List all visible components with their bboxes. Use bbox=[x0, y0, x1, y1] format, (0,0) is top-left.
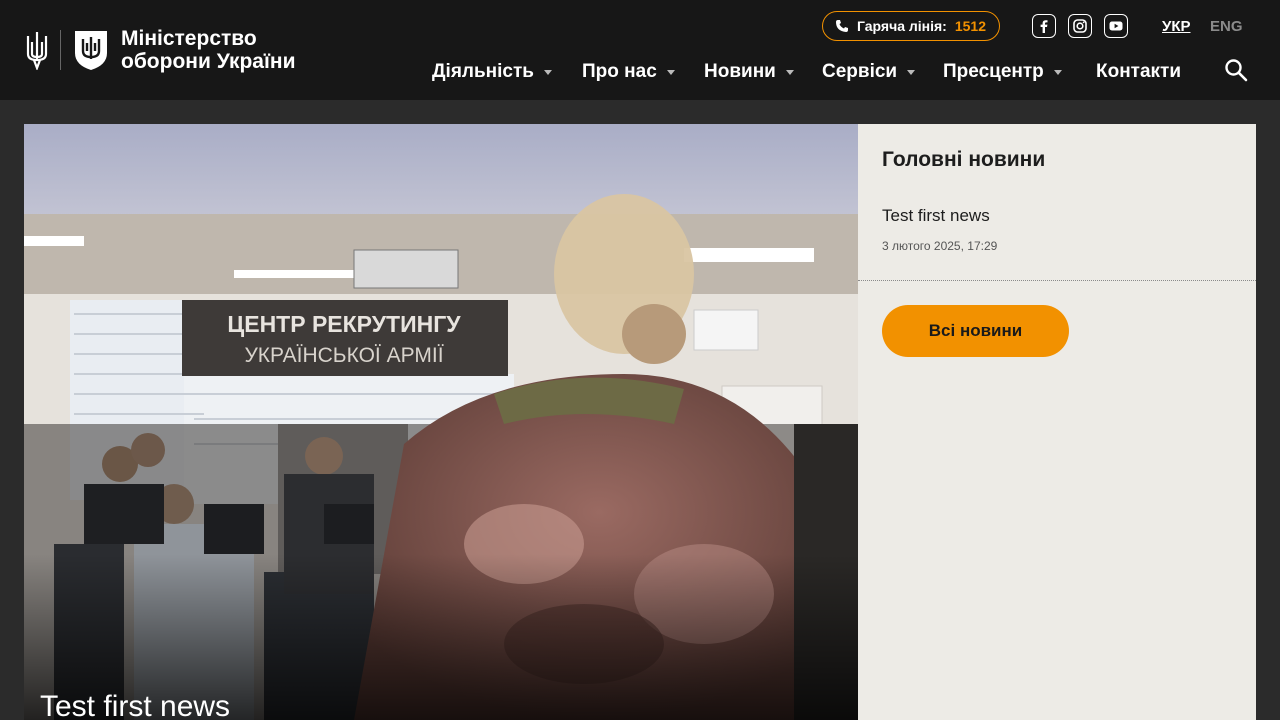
nav-item-label: Діяльність bbox=[432, 61, 534, 82]
nav-item-about[interactable]: Про нас bbox=[582, 60, 675, 84]
logo-line-1: Міністерство bbox=[121, 27, 257, 50]
news-item-title[interactable]: Test first news bbox=[882, 206, 990, 226]
site-header: Міністерство оборони України Гаряча ліні… bbox=[0, 0, 1280, 100]
nav-item-label: Сервіси bbox=[822, 61, 898, 82]
youtube-link[interactable] bbox=[1104, 14, 1128, 38]
logo-text: Міністерство оборони України bbox=[121, 27, 296, 73]
news-photo: ЦЕНТР РЕКРУТИНГУ УКРАЇНСЬКОЇ АРМІЇ bbox=[24, 124, 858, 720]
trident-icon bbox=[26, 32, 48, 70]
hero-news-card[interactable]: ЦЕНТР РЕКРУТИНГУ УКРАЇНСЬКОЇ АРМІЇ Test … bbox=[24, 124, 858, 720]
youtube-icon bbox=[1109, 21, 1123, 31]
nav-item-label: Новини bbox=[704, 61, 776, 82]
instagram-icon bbox=[1073, 19, 1087, 33]
nav-item-label: Про нас bbox=[582, 61, 657, 82]
site-logo[interactable]: Міністерство оборони України bbox=[24, 27, 296, 73]
hotline-button[interactable]: Гаряча лінія: 1512 bbox=[822, 11, 1000, 41]
instagram-link[interactable] bbox=[1068, 14, 1092, 38]
caret-down-icon bbox=[666, 69, 675, 75]
news-item-date: 3 лютого 2025, 17:29 bbox=[882, 239, 998, 253]
sign-line-2: УКРАЇНСЬКОЇ АРМІЇ bbox=[244, 344, 443, 367]
hotline-number: 1512 bbox=[954, 18, 986, 34]
caret-down-icon bbox=[785, 69, 794, 75]
lang-eng-link[interactable]: ENG bbox=[1210, 18, 1243, 35]
news-divider bbox=[858, 280, 1256, 281]
nav-item-contacts[interactable]: Контакти bbox=[1096, 60, 1181, 84]
logo-divider bbox=[60, 30, 61, 70]
caret-down-icon bbox=[907, 69, 916, 75]
nav-item-label: Пресцентр bbox=[943, 61, 1044, 82]
all-news-button[interactable]: Всі новини bbox=[882, 305, 1069, 357]
phone-icon bbox=[836, 20, 848, 32]
facebook-link[interactable] bbox=[1032, 14, 1056, 38]
ministry-shield-icon bbox=[75, 31, 107, 70]
facebook-icon bbox=[1040, 20, 1048, 33]
logo-line-2: оборони України bbox=[121, 50, 296, 73]
search-icon[interactable] bbox=[1224, 58, 1248, 82]
top-news-panel: Головні новини Test first news 3 лютого … bbox=[858, 124, 1256, 720]
lang-ukr-link[interactable]: УКР bbox=[1162, 18, 1191, 35]
caret-down-icon bbox=[1053, 69, 1062, 75]
nav-item-activity[interactable]: Діяльність bbox=[432, 60, 552, 84]
hero-news-title[interactable]: Test first news bbox=[40, 690, 230, 720]
nav-item-label: Контакти bbox=[1096, 61, 1182, 82]
nav-item-press-center[interactable]: Пресцентр bbox=[943, 60, 1062, 84]
top-news-heading: Головні новини bbox=[882, 148, 1046, 171]
nav-item-news[interactable]: Новини bbox=[704, 60, 794, 84]
sign-line-1: ЦЕНТР РЕКРУТИНГУ bbox=[227, 311, 461, 337]
caret-down-icon bbox=[543, 69, 552, 75]
nav-item-services[interactable]: Сервіси bbox=[822, 60, 916, 84]
hotline-label: Гаряча лінія: bbox=[857, 18, 947, 34]
